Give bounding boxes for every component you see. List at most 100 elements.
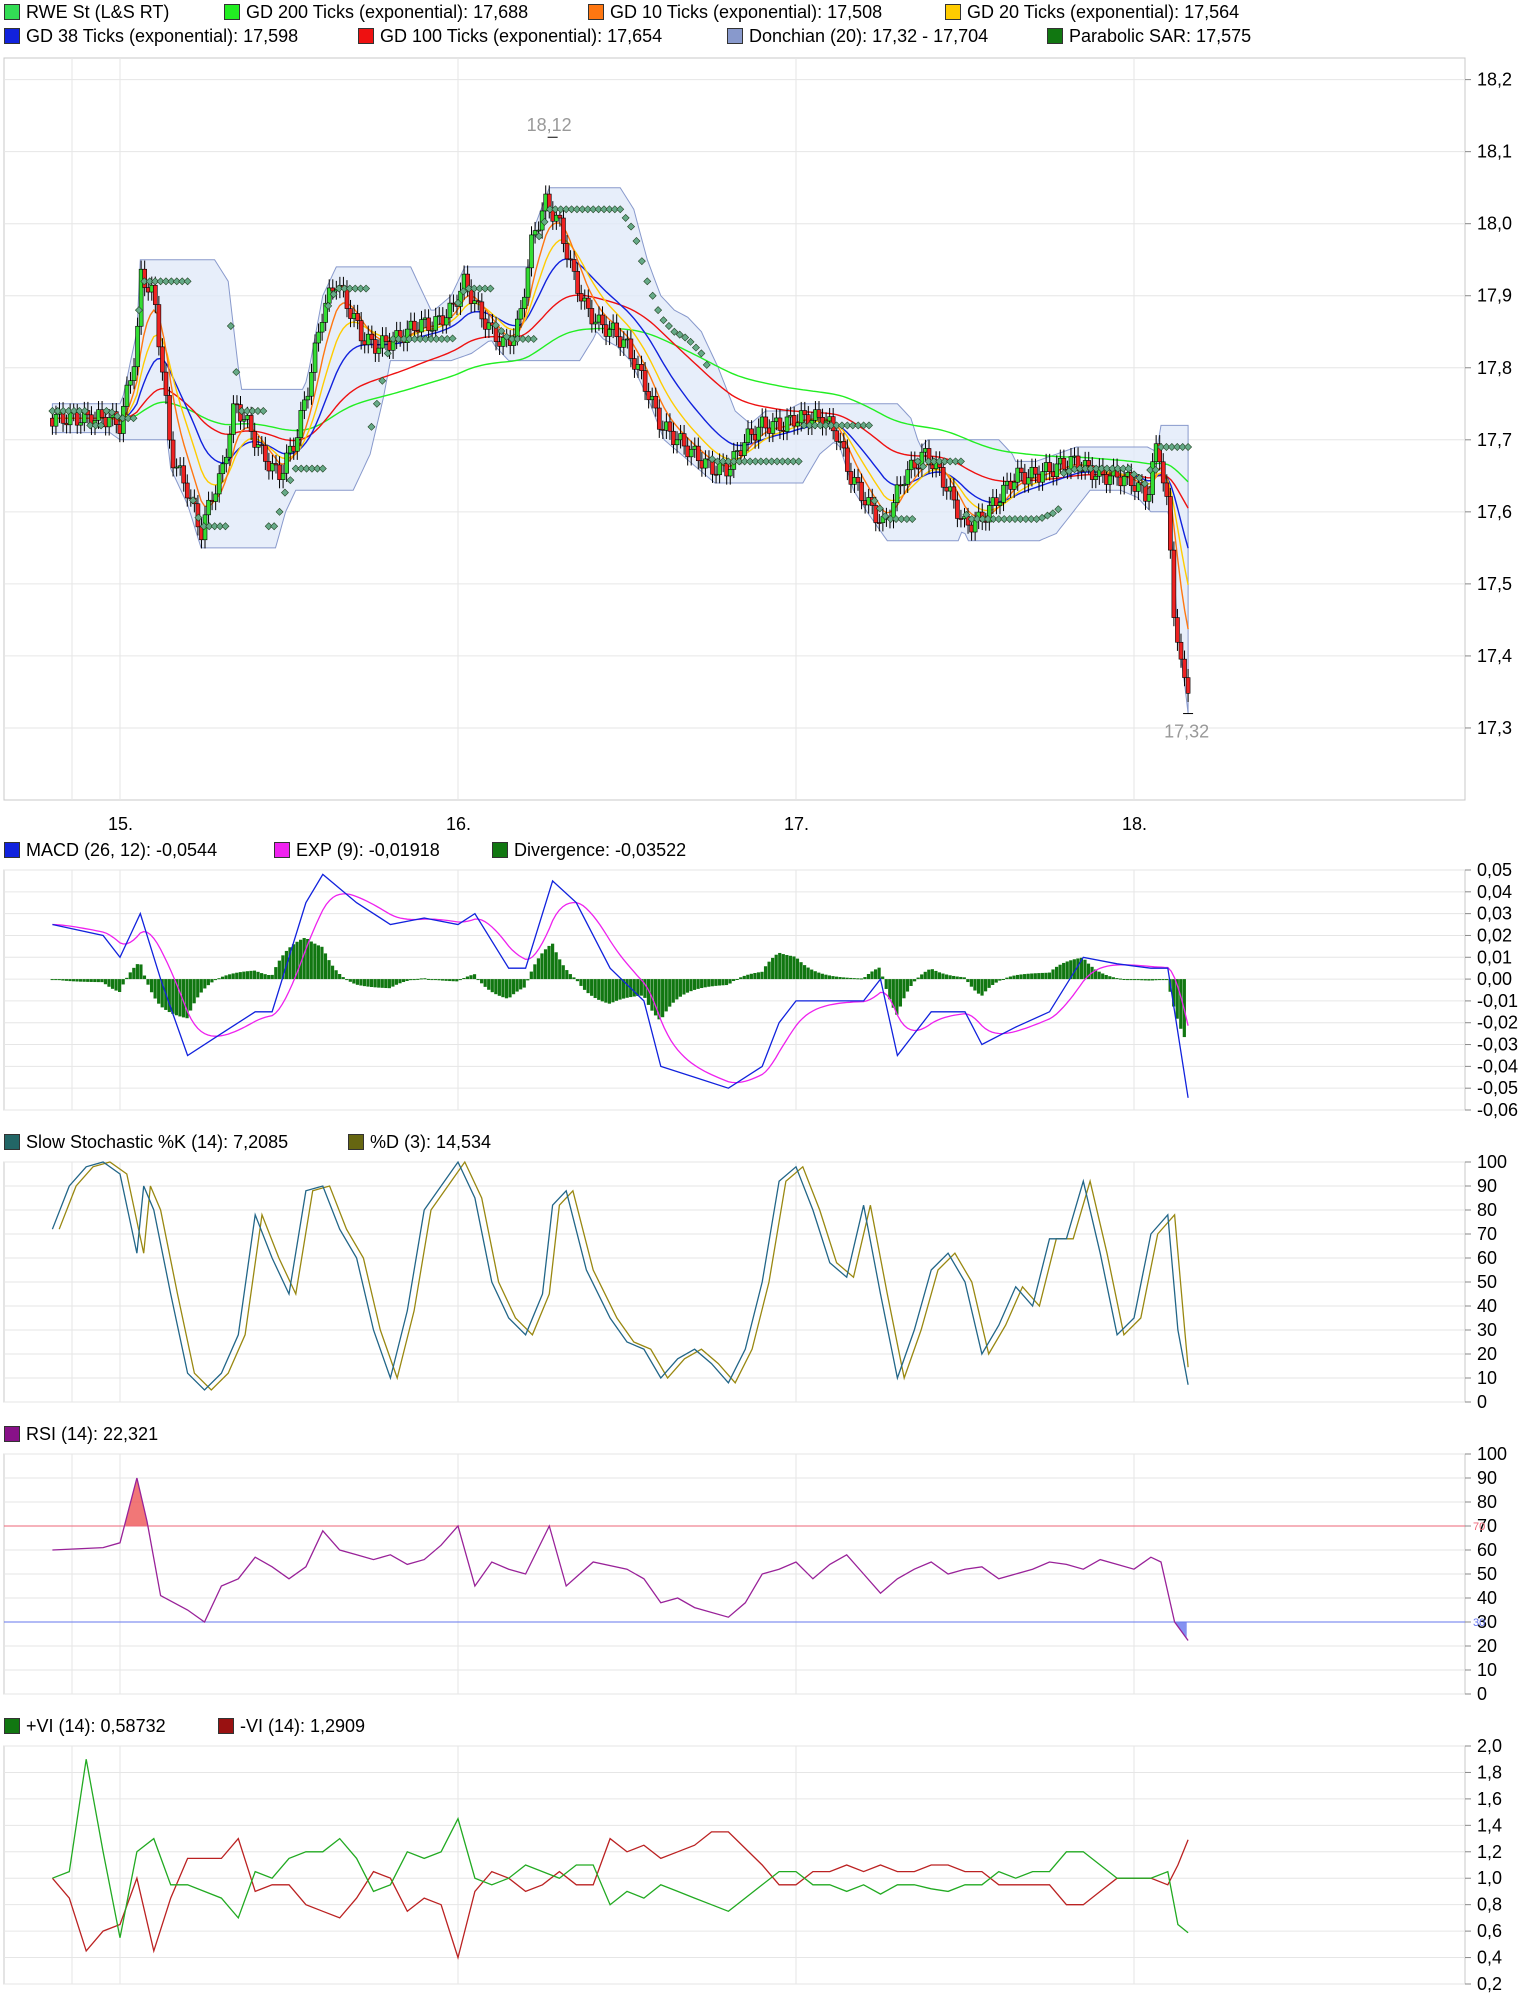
divergence-bar <box>1019 974 1023 980</box>
divergence-bar <box>785 955 789 980</box>
divergence-bar <box>423 978 427 980</box>
candle-body <box>557 214 563 219</box>
legend-item: GD 10 Ticks (exponential): 17,508 <box>588 0 882 24</box>
candle-body <box>163 371 169 396</box>
candle-body <box>184 482 190 499</box>
divergence-bar <box>348 979 352 982</box>
divergence-bar <box>128 972 132 980</box>
legend-swatch <box>224 4 240 20</box>
y-tick-label: 1,8 <box>1477 1762 1502 1782</box>
legend-label: GD 10 Ticks (exponential): 17,508 <box>610 2 883 22</box>
legend-swatch <box>4 4 20 20</box>
divergence-bar <box>565 970 569 980</box>
y-tick-label: 0 <box>1477 1684 1487 1704</box>
divergence-bar <box>114 979 118 991</box>
divergence-bar <box>448 979 452 982</box>
y-tick-label: 50 <box>1477 1272 1497 1292</box>
candle-body <box>160 346 165 373</box>
candle-body <box>284 452 289 474</box>
legend-label: RSI (14): 22,321 <box>26 1424 159 1444</box>
candle-body <box>170 439 176 469</box>
divergence-bar <box>930 969 934 980</box>
y-tick-label: 0 <box>1477 1392 1487 1412</box>
divergence-bar <box>732 979 736 982</box>
x-tick-label: 15. <box>108 814 133 834</box>
candle-body <box>305 395 311 401</box>
y-tick-label: 18,0 <box>1477 214 1512 234</box>
divergence-bar <box>217 978 221 980</box>
y-tick-label: 0,00 <box>1477 969 1512 989</box>
candle-body <box>795 422 800 427</box>
candle-body <box>845 447 850 472</box>
y-tick-label: 90 <box>1477 1468 1497 1488</box>
divergence-bar <box>465 976 470 980</box>
y-tick-label: 20 <box>1477 1344 1497 1364</box>
legend-swatch <box>218 1718 234 1734</box>
candle-body <box>621 339 627 348</box>
divergence-bar <box>125 977 129 980</box>
low-label: 17,32 <box>1164 722 1209 742</box>
candle-body <box>1018 467 1024 473</box>
y-tick-label: -0,02 <box>1477 1013 1518 1033</box>
candle-body <box>1093 475 1099 480</box>
candle-body <box>1121 476 1127 487</box>
legend-label: GD 200 Ticks (exponential): 17,688 <box>246 2 529 22</box>
divergence-bar <box>714 979 718 986</box>
legend-swatch <box>1047 28 1063 44</box>
divergence-bar <box>540 953 544 980</box>
divergence-bar <box>870 971 874 980</box>
divergence-bar <box>245 971 249 980</box>
legend-item: Donchian (20): 17,32 - 17,704 <box>727 24 988 48</box>
divergence-bar <box>68 979 72 982</box>
price-legend: RWE St (L&S RT) GD 200 Ticks (exponential… <box>0 0 1520 48</box>
divergence-bar <box>898 979 903 1007</box>
divergence-bar <box>107 979 111 987</box>
divergence-bar <box>792 956 796 980</box>
divergence-bar <box>490 979 494 993</box>
divergence-bar <box>799 962 803 980</box>
legend-item: Parabolic SAR: 17,575 <box>1047 24 1251 48</box>
divergence-bar <box>586 979 590 994</box>
divergence-bar <box>994 979 998 983</box>
divergence-bar <box>86 979 90 982</box>
legend-label: GD 38 Ticks (exponential): 17,598 <box>26 26 299 46</box>
divergence-bar <box>934 970 938 980</box>
divergence-bar <box>838 977 842 980</box>
y-tick-label: -0,04 <box>1477 1056 1518 1076</box>
divergence-bar <box>50 979 54 981</box>
divergence-bar <box>700 979 704 989</box>
candle-body <box>784 416 790 432</box>
divergence-bar <box>558 959 562 980</box>
divergence-bar <box>334 970 338 980</box>
divergence-bar <box>1037 973 1041 980</box>
y-tick-label: 2,0 <box>1477 1738 1502 1756</box>
x-tick-label: 16. <box>446 814 471 834</box>
divergence-bar <box>153 979 157 999</box>
divergence-bar <box>845 977 849 980</box>
candle-body <box>653 395 659 409</box>
divergence-bar <box>480 979 484 984</box>
candle-body <box>358 320 364 342</box>
vi-frame <box>3 1745 1466 1985</box>
divergence-bar <box>135 964 139 980</box>
divergence-bar <box>1040 972 1044 980</box>
divergence-bar <box>675 979 679 1000</box>
divergence-bar <box>203 979 207 989</box>
candle-body <box>376 347 382 354</box>
divergence-bar <box>923 971 927 980</box>
legend-swatch <box>4 1426 20 1442</box>
divergence-bar <box>866 974 871 980</box>
divergence-bar <box>189 979 193 1011</box>
candle-body <box>316 331 321 344</box>
divergence-bar <box>554 952 558 980</box>
stoch-legend: Slow Stochastic %K (14): 7,2085 %D (3): 1… <box>0 1130 1520 1154</box>
candle-body <box>78 422 84 426</box>
candle-body <box>124 384 130 407</box>
candle-body <box>742 442 747 456</box>
divergence-bar <box>103 979 108 985</box>
y-tick-label: 0,05 <box>1477 862 1512 880</box>
divergence-bar <box>1008 976 1013 980</box>
divergence-bar <box>817 972 821 980</box>
divergence-bar <box>494 979 498 995</box>
y-tick-label: 10 <box>1477 1660 1497 1680</box>
